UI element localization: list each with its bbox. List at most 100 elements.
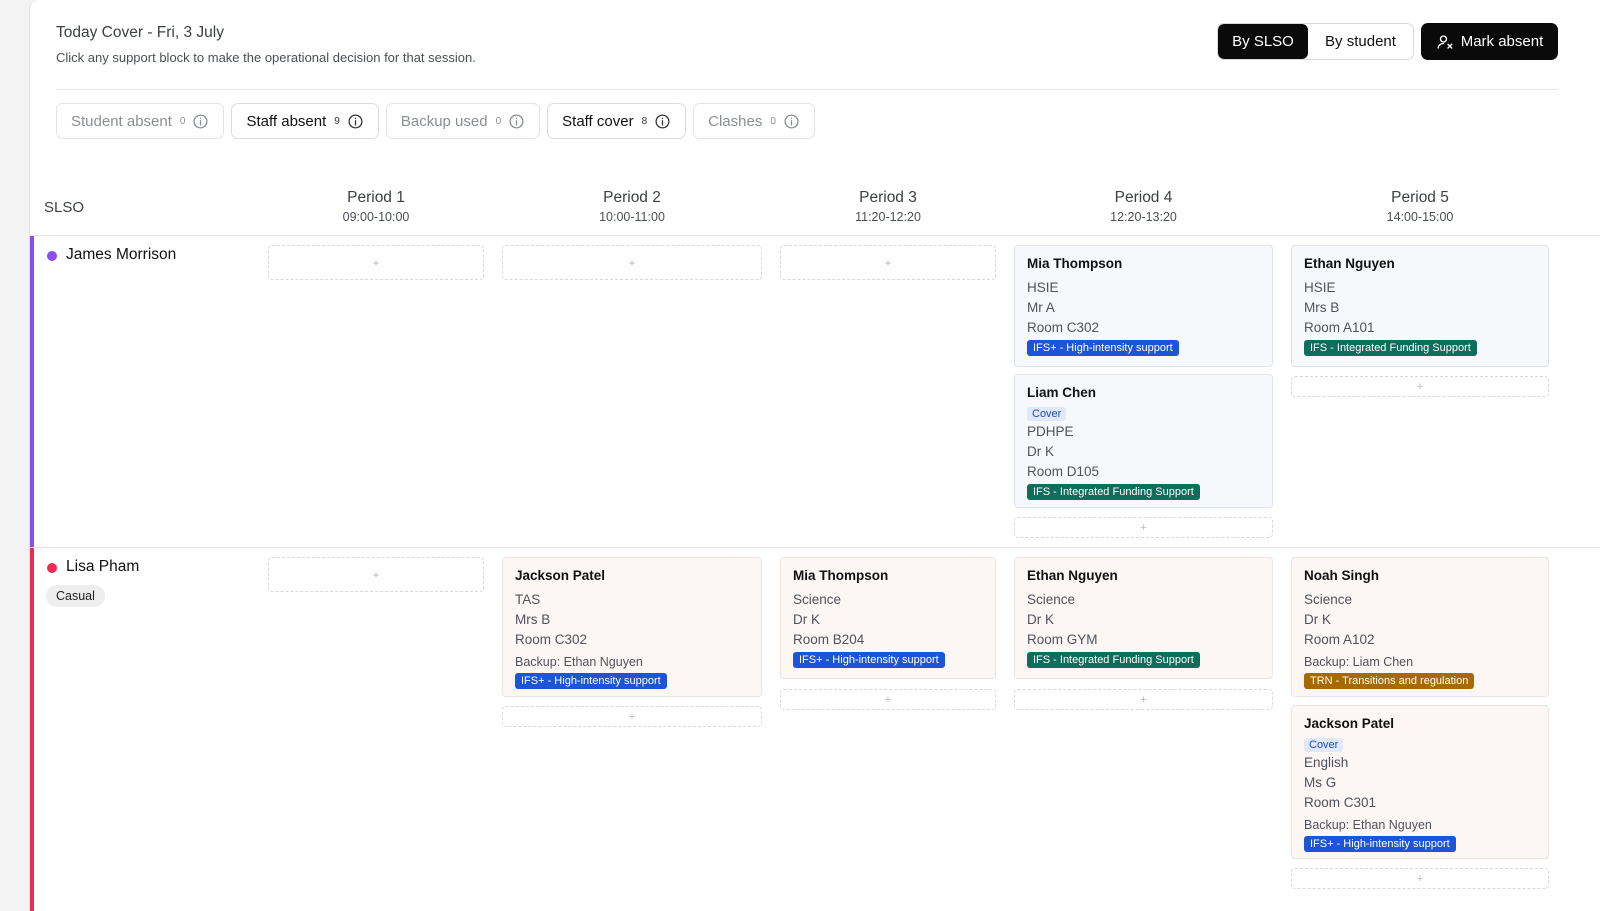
filter-label: Backup used [400, 112, 488, 130]
teacher: Dr K [1027, 612, 1054, 627]
add-session-slot[interactable]: + [780, 245, 996, 280]
add-session-slot[interactable]: + [1014, 517, 1273, 538]
divider [56, 89, 1558, 90]
staff-status-dot [47, 563, 57, 573]
support-block[interactable]: Mia Thompson Science Dr K Room B204 IFS+… [780, 557, 996, 679]
period-1-header: Period 1 09:00-10:00 [268, 189, 484, 224]
cover-badge: Cover [1027, 407, 1067, 421]
page-subtitle: Click any support block to make the oper… [56, 50, 476, 65]
room: Room A102 [1304, 632, 1375, 647]
support-tag: TRN - Transitions and regulation [1304, 673, 1475, 689]
student-name: Mia Thompson [793, 568, 889, 583]
cover-panel: Today Cover - Fri, 3 July Click any supp… [29, 0, 1600, 911]
student-name: Jackson Patel [515, 568, 606, 583]
subject: English [1304, 755, 1349, 770]
subject: PDHPE [1027, 424, 1074, 439]
subject: TAS [515, 592, 541, 607]
casual-badge: Casual [46, 585, 105, 607]
toggle-by-student[interactable]: By student [1308, 24, 1413, 59]
staff-name[interactable]: James Morrison [66, 246, 176, 264]
support-tag: IFS - Integrated Funding Support [1027, 484, 1200, 500]
support-tag: IFS+ - High-intensity support [1027, 340, 1179, 356]
teacher: Mrs B [515, 612, 551, 627]
room: Room B204 [793, 632, 865, 647]
filter-count: 9 [334, 115, 340, 127]
period-4-header: Period 4 12:20-13:20 [1014, 189, 1273, 224]
add-session-slot[interactable]: + [1291, 868, 1549, 889]
support-block[interactable]: Jackson Patel Cover English Ms G Room C3… [1291, 705, 1549, 859]
support-block[interactable]: Ethan Nguyen Science Dr K Room GYM IFS -… [1014, 557, 1273, 679]
mark-absent-label: Mark absent [1460, 33, 1544, 50]
add-session-slot[interactable]: + [1014, 689, 1273, 710]
student-name: Ethan Nguyen [1304, 256, 1395, 271]
room: Room A101 [1304, 320, 1375, 335]
teacher: Mrs B [1304, 300, 1340, 315]
grid-header: SLSO Period 1 09:00-10:00 Period 2 10:00… [30, 180, 1600, 236]
student-name: Jackson Patel [1304, 716, 1395, 731]
room: Room C302 [515, 632, 588, 647]
support-block[interactable]: Jackson Patel TAS Mrs B Room C302 Backup… [502, 557, 762, 697]
add-session-slot[interactable]: + [268, 557, 484, 592]
add-session-slot[interactable]: + [502, 706, 762, 727]
staff-color-stripe [30, 548, 34, 911]
subject: Science [1027, 592, 1076, 607]
grid-divider [30, 235, 1600, 236]
add-session-slot[interactable]: + [502, 245, 762, 280]
support-block[interactable]: Liam Chen Cover PDHPE Dr K Room D105 IFS… [1014, 374, 1273, 508]
add-session-slot[interactable]: + [1291, 376, 1549, 397]
period-name: Period 1 [347, 189, 405, 206]
support-block[interactable]: Ethan Nguyen HSIE Mrs B Room A101 IFS - … [1291, 245, 1549, 367]
filter-count: 0 [770, 115, 776, 127]
add-session-slot[interactable]: + [268, 245, 484, 280]
period-time: 10:00-11:00 [599, 210, 665, 224]
teacher: Dr K [1027, 444, 1054, 459]
add-session-slot[interactable]: + [780, 689, 996, 710]
filter-student-absent[interactable]: Student absent 0 [56, 103, 225, 139]
staff-status-dot [47, 251, 57, 261]
teacher: Dr K [793, 612, 820, 627]
period-name: Period 4 [1114, 189, 1173, 206]
filter-backup-used[interactable]: Backup used 0 [385, 103, 541, 139]
support-tag: IFS+ - High-intensity support [1304, 836, 1456, 852]
cover-badge: Cover [1304, 738, 1344, 752]
info-icon[interactable] [654, 113, 671, 130]
user-x-icon [1437, 34, 1453, 49]
staff-name[interactable]: Lisa Pham [66, 558, 139, 576]
subject: HSIE [1304, 280, 1336, 295]
filter-label: Student absent [71, 112, 172, 130]
info-icon[interactable] [783, 113, 800, 130]
student-name: Ethan Nguyen [1027, 568, 1118, 583]
filter-count: 0 [179, 115, 186, 127]
backup-text: Backup: Ethan Nguyen [515, 655, 643, 669]
period-2-header: Period 2 10:00-11:00 [502, 189, 762, 224]
room: Room C301 [1304, 795, 1377, 810]
period-name: Period 2 [603, 189, 661, 206]
filter-label: Clashes [708, 112, 763, 130]
support-tag: IFS+ - High-intensity support [793, 652, 945, 668]
toggle-by-slso[interactable]: By SLSO [1218, 24, 1308, 59]
period-3-header: Period 3 11:20-12:20 [780, 189, 996, 224]
period-time: 14:00-15:00 [1386, 210, 1454, 224]
period-time: 11:20-12:20 [855, 210, 921, 224]
mark-absent-button[interactable]: Mark absent [1421, 23, 1558, 60]
view-toggle: By SLSO By student [1217, 23, 1414, 60]
filter-clashes[interactable]: Clashes 0 [693, 103, 815, 139]
support-tag: IFS - Integrated Funding Support [1304, 340, 1477, 356]
backup-text: Backup: Liam Chen [1304, 655, 1414, 669]
room: Room D105 [1027, 464, 1100, 479]
support-block[interactable]: Mia Thompson HSIE Mr A Room C302 IFS+ - … [1014, 245, 1273, 367]
period-name: Period 5 [1391, 189, 1449, 206]
support-tag: IFS+ - High-intensity support [515, 673, 667, 689]
filter-staff-cover[interactable]: Staff cover 8 [547, 103, 687, 139]
filter-bar: Student absent 0 Staff absent 9 Backup u… [56, 103, 815, 139]
subject: Science [793, 592, 842, 607]
subject: Science [1304, 592, 1353, 607]
info-icon[interactable] [347, 113, 364, 130]
info-icon[interactable] [192, 113, 209, 130]
filter-staff-absent[interactable]: Staff absent 9 [231, 103, 379, 139]
subject: HSIE [1027, 280, 1059, 295]
support-block[interactable]: Noah Singh Science Dr K Room A102 Backup… [1291, 557, 1549, 697]
period-name: Period 3 [859, 189, 917, 206]
info-icon[interactable] [508, 113, 525, 130]
period-time: 09:00-10:00 [342, 210, 410, 224]
